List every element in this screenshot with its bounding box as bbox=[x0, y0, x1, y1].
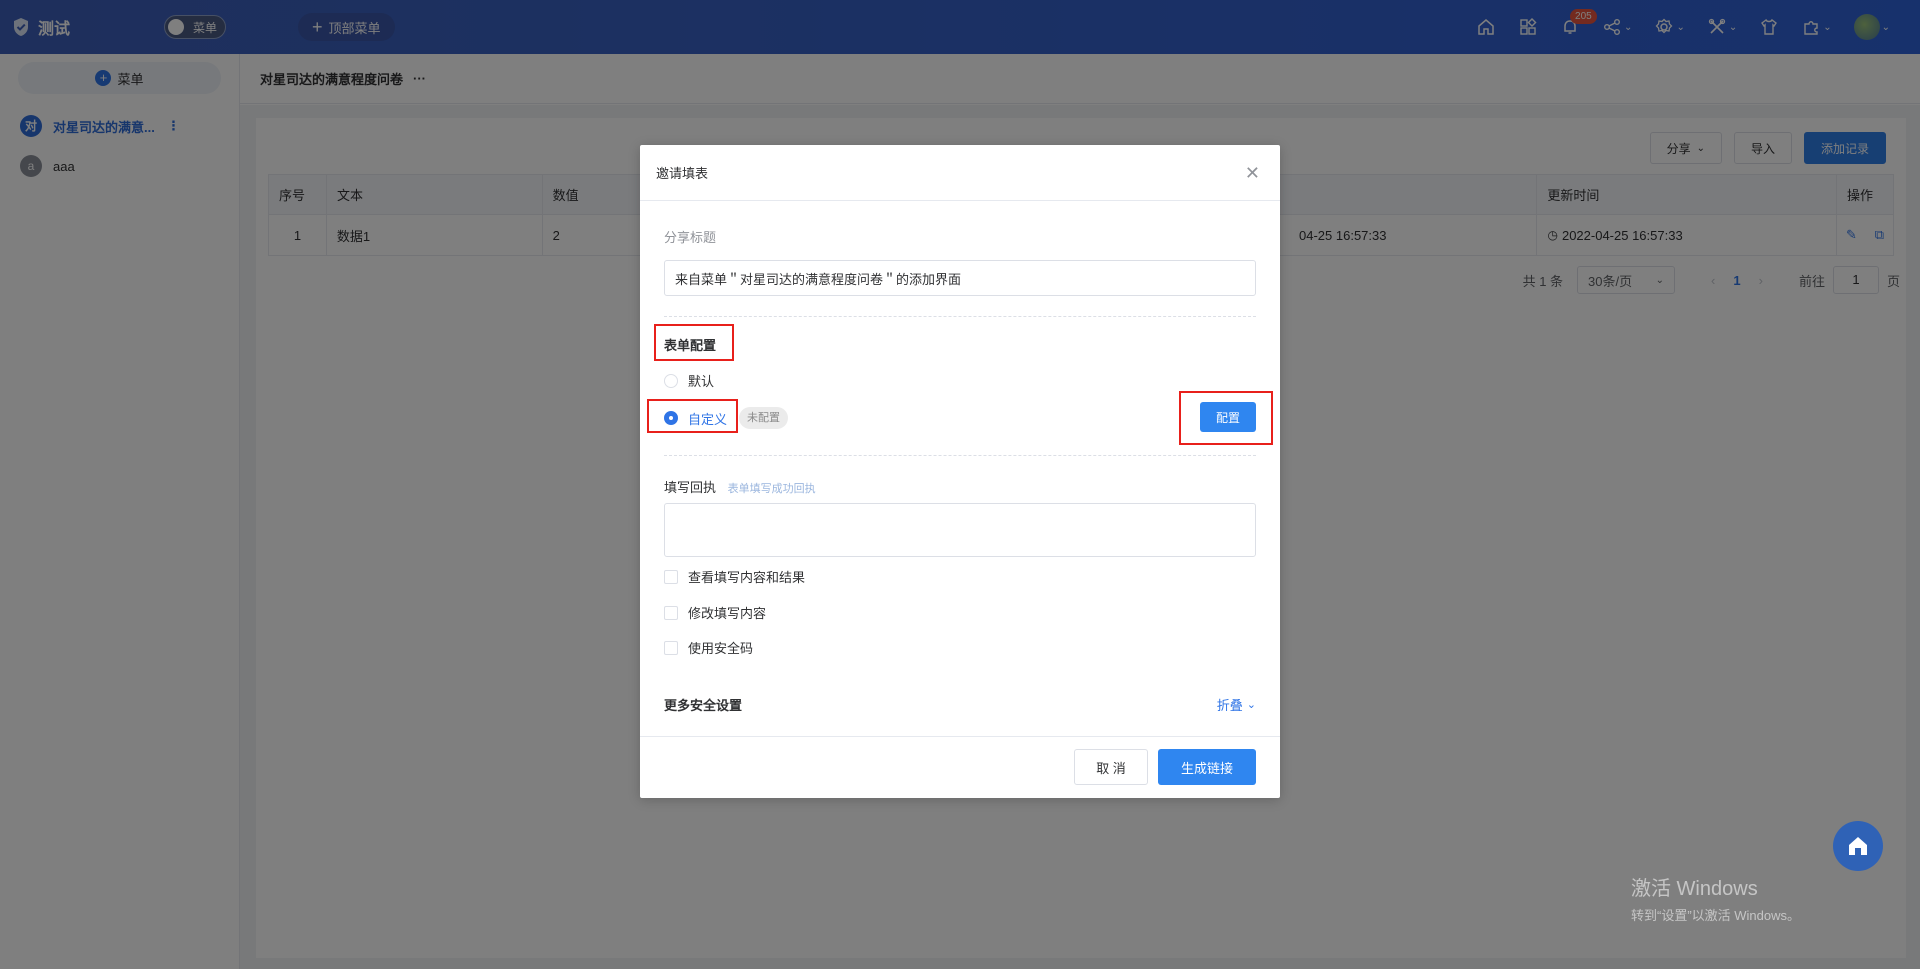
invite-fill-dialog: 邀请填表 ✕ 分享标题 来自菜单＂对星司达的满意程度问卷＂的添加界面 表单配置 … bbox=[640, 145, 1280, 798]
more-security-title: 更多安全设置 bbox=[664, 698, 743, 713]
cancel-button[interactable]: 取 消 bbox=[1074, 749, 1148, 785]
generate-link-button[interactable]: 生成链接 bbox=[1158, 749, 1256, 785]
divider bbox=[664, 316, 1256, 317]
home-icon bbox=[1849, 837, 1867, 855]
receipt-title: 填写回执 bbox=[664, 480, 717, 495]
dialog-body: 分享标题 来自菜单＂对星司达的满意程度问卷＂的添加界面 bbox=[640, 227, 1280, 317]
dialog-title: 邀请填表 bbox=[656, 166, 709, 181]
checkbox-view-results[interactable]: 查看填写内容和结果 bbox=[664, 567, 805, 586]
divider bbox=[664, 455, 1256, 456]
radio-custom[interactable]: 自定义 未配置 bbox=[664, 407, 789, 429]
receipt-label: 填写回执 表单填写成功回执 bbox=[664, 477, 816, 496]
form-config-title: 表单配置 bbox=[664, 338, 717, 353]
checkbox bbox=[664, 605, 678, 620]
share-title-value: 来自菜单＂对星司达的满意程度问卷＂的添加界面 bbox=[675, 271, 962, 287]
watermark-line1: 激活 Windows bbox=[1631, 878, 1758, 900]
radio-circle bbox=[664, 373, 678, 388]
chevron-down-icon: ⌄ bbox=[1246, 699, 1256, 711]
dialog-header: 邀请填表 ✕ bbox=[640, 145, 1280, 201]
receipt-hint: 表单填写成功回执 bbox=[727, 483, 816, 495]
windows-activation-watermark: 激活 Windows 转到“设置”以激活 Windows。 bbox=[1631, 872, 1800, 924]
floating-home-button[interactable] bbox=[1833, 821, 1883, 871]
checkbox bbox=[664, 640, 678, 655]
share-title-input[interactable]: 来自菜单＂对星司达的满意程度问卷＂的添加界面 bbox=[664, 260, 1256, 296]
fold-toggle[interactable]: 折叠 ⌄ bbox=[1217, 695, 1256, 714]
radio-circle-selected bbox=[664, 411, 678, 425]
close-icon[interactable]: ✕ bbox=[1245, 163, 1260, 184]
dialog-footer: 取 消 生成链接 bbox=[640, 736, 1280, 798]
status-badge: 未配置 bbox=[739, 407, 789, 429]
receipt-textarea[interactable] bbox=[664, 503, 1256, 557]
checkbox-label: 使用安全码 bbox=[688, 641, 754, 656]
checkbox-label: 查看填写内容和结果 bbox=[688, 570, 806, 585]
radio-default-label: 默认 bbox=[688, 374, 715, 389]
watermark-line2: 转到“设置”以激活 Windows。 bbox=[1631, 908, 1801, 923]
checkbox-modify-content[interactable]: 修改填写内容 bbox=[664, 603, 766, 622]
share-title-label: 分享标题 bbox=[664, 230, 717, 245]
radio-default[interactable]: 默认 bbox=[664, 371, 714, 390]
checkbox-label: 修改填写内容 bbox=[688, 606, 767, 621]
config-button[interactable]: 配置 bbox=[1200, 402, 1256, 432]
radio-custom-label: 自定义 bbox=[688, 411, 728, 427]
checkbox-security-code[interactable]: 使用安全码 bbox=[664, 638, 753, 657]
checkbox bbox=[664, 569, 678, 584]
fold-label: 折叠 bbox=[1216, 698, 1243, 713]
